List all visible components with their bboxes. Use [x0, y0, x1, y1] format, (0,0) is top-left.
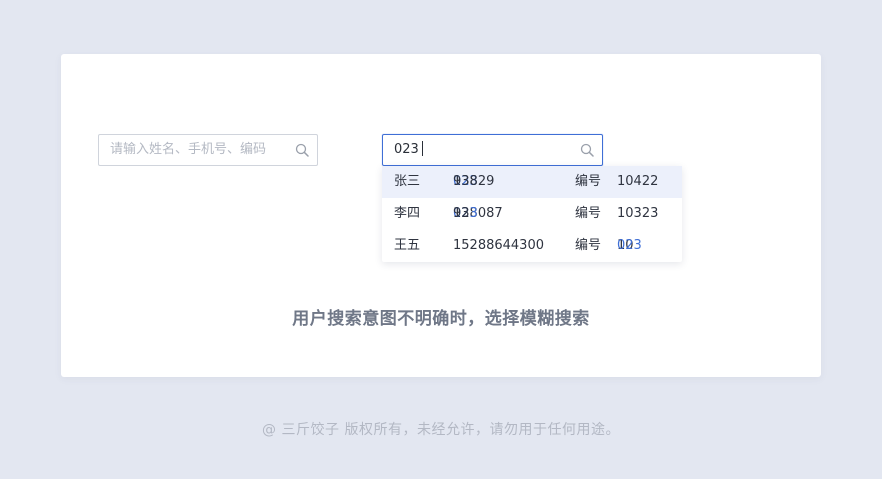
search-input-active[interactable]: 023 — [382, 134, 603, 166]
search-placeholder: 请输入姓名、手机号、编码 — [110, 142, 267, 157]
result-code-label: 编号 — [575, 174, 602, 189]
result-option[interactable]: 李四 138087 023 92 编号 10323 — [382, 198, 682, 230]
result-code-label: 编号 — [575, 206, 602, 221]
result-code-label: 编号 — [575, 238, 602, 253]
search-input-empty[interactable]: 请输入姓名、手机号、编码 — [98, 134, 318, 166]
result-name: 张三 — [394, 174, 421, 189]
search-value: 023 — [394, 142, 419, 157]
result-name: 王五 — [394, 238, 421, 253]
result-option[interactable]: 张三 138 023 93829 编号 10422 — [382, 166, 682, 198]
search-results-dropdown: 张三 138 023 93829 编号 10422 李四 138087 023 92 编… — [382, 166, 682, 262]
caption-text: 用户搜索意图不明确时，选择模糊搜索 — [292, 309, 590, 329]
text-caret — [421, 141, 423, 156]
demo-card: 请输入姓名、手机号、编码 023 张三 138 023 93829 编号 10422… — [61, 54, 821, 377]
result-name: 李四 — [394, 206, 421, 221]
search-icon[interactable] — [580, 143, 594, 157]
copyright-footer: @ 三斤饺子 版权所有，未经允许，请勿用于任何用途。 — [262, 422, 620, 438]
result-option[interactable]: 王五 15288644300 编号 10 023 — [382, 230, 682, 262]
search-icon[interactable] — [295, 143, 309, 157]
